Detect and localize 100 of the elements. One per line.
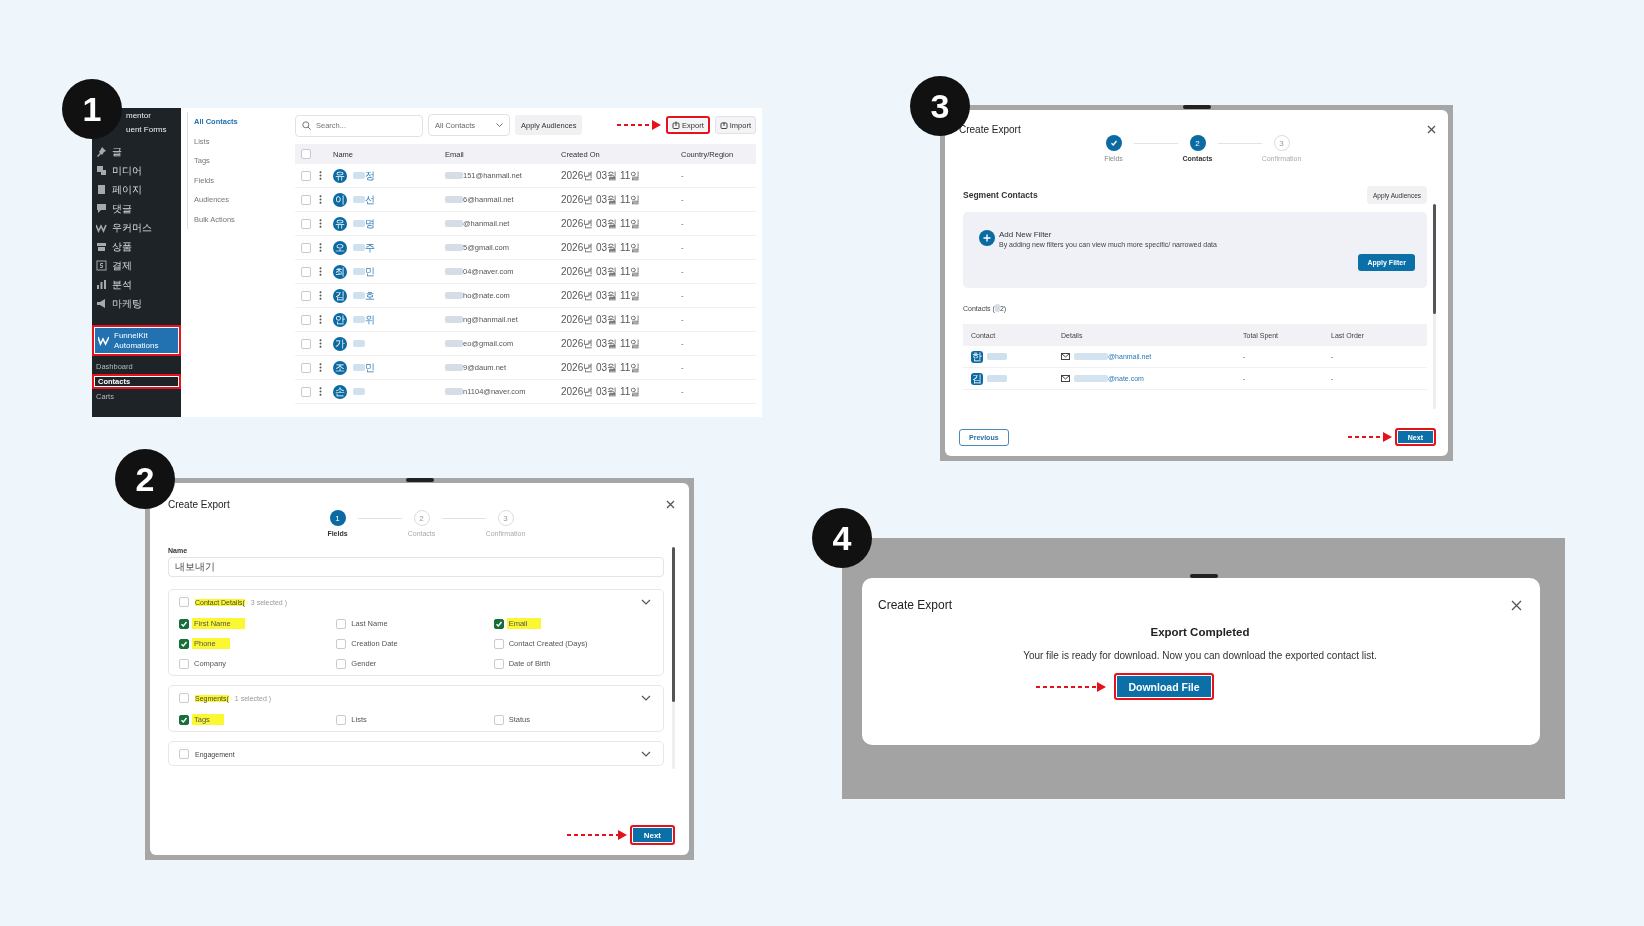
- checkbox[interactable]: [179, 618, 189, 629]
- contact-name[interactable]: 민: [365, 264, 375, 279]
- blurred-text: [987, 375, 1007, 382]
- avatar: 유: [333, 168, 347, 183]
- table-cell: 2026년 03월 11일: [561, 168, 641, 183]
- dialog-title: Create Export: [878, 598, 953, 612]
- contact-name[interactable]: 호: [365, 288, 375, 303]
- blurred-text: [353, 196, 365, 203]
- name-field[interactable]: 내보내기: [168, 557, 664, 577]
- checkbox[interactable]: [179, 638, 189, 649]
- dialog-heading: Export Completed: [1150, 626, 1250, 638]
- contact-name[interactable]: 위: [365, 312, 375, 327]
- step-number: 4: [812, 508, 872, 568]
- contact-name[interactable]: 명: [365, 216, 375, 231]
- blurred-text: [445, 172, 463, 179]
- blurred-text: [353, 340, 365, 347]
- pin-icon: [96, 146, 107, 157]
- download-button[interactable]: Download File: [1114, 673, 1214, 700]
- chevron-down-icon[interactable]: [641, 751, 651, 757]
- dialog-message: Your file is ready for download. Now you can download the exported contact list.: [1023, 650, 1377, 661]
- more-options-icon[interactable]: [319, 171, 322, 180]
- blurred-text: [445, 316, 463, 323]
- page-icon: [96, 184, 107, 195]
- table-cell: 2026년 03월 11일: [561, 240, 641, 255]
- blurred-text: [445, 340, 463, 347]
- checkbox[interactable]: [179, 714, 189, 725]
- avatar: 김: [971, 372, 983, 385]
- blurred-text: [445, 388, 463, 395]
- contact-name[interactable]: 정: [365, 168, 375, 183]
- contact-name[interactable]: 선: [365, 192, 375, 207]
- sidebar-item[interactable]: uent Forms: [124, 122, 169, 136]
- caret-icon: [496, 123, 503, 127]
- close-icon[interactable]: [666, 500, 675, 509]
- check-icon: [180, 715, 188, 724]
- export-icon: [672, 121, 681, 129]
- sidebar-item[interactable]: mentor: [124, 108, 153, 122]
- avatar: 유: [333, 216, 347, 231]
- media-icon: [96, 165, 107, 176]
- next-button[interactable]: Next: [629, 825, 675, 845]
- blurred-text: [353, 220, 365, 227]
- chevron-down-icon[interactable]: [641, 695, 651, 701]
- sidebar-item[interactable]: 댓글: [92, 199, 181, 218]
- blurred-text: [445, 268, 463, 275]
- filter-title: Add New Filter: [999, 230, 1053, 239]
- blurred-text: [353, 268, 365, 275]
- sidebar-item[interactable]: 우커머스: [92, 218, 181, 237]
- more-options-icon[interactable]: [319, 243, 322, 252]
- avatar: 한: [971, 350, 983, 363]
- blurred-text: [353, 292, 365, 299]
- bar-chart-icon: [96, 279, 107, 290]
- sidebar-item[interactable]: 분석: [92, 275, 181, 294]
- more-options-icon[interactable]: [319, 267, 322, 276]
- search-icon: [302, 120, 311, 130]
- table-cell: 2026년 03월 11일: [561, 264, 641, 279]
- sidebar-item[interactable]: 결제: [92, 256, 181, 275]
- check-icon: [180, 619, 188, 628]
- sidebar-item[interactable]: FunnelKit Automations: [92, 325, 181, 356]
- blurred-text: [994, 304, 1000, 312]
- close-icon[interactable]: [1511, 599, 1522, 611]
- check-icon: [180, 639, 188, 648]
- dialog-title: Create Export: [959, 124, 1021, 135]
- blurred-text: [353, 244, 365, 251]
- close-icon[interactable]: [1427, 125, 1436, 134]
- import-icon: [719, 121, 728, 129]
- more-options-icon[interactable]: [319, 219, 322, 228]
- step-circle: 2: [1189, 135, 1206, 151]
- payment-icon: [96, 260, 107, 271]
- dialog-title: Create Export: [168, 499, 230, 510]
- add-icon[interactable]: [979, 230, 995, 246]
- arrow: [1036, 681, 1107, 692]
- blurred-text: [353, 316, 365, 323]
- step-circle: 2: [413, 510, 430, 526]
- sidebar-item[interactable]: 마케팅: [92, 294, 181, 313]
- blurred-text: [1074, 353, 1108, 360]
- more-options-icon[interactable]: [319, 339, 322, 348]
- blurred-text: [445, 220, 463, 227]
- blurred-text: [445, 364, 463, 371]
- more-options-icon[interactable]: [319, 195, 322, 204]
- more-options-icon[interactable]: [319, 363, 322, 372]
- sidebar-item[interactable]: 미디어: [92, 161, 181, 180]
- table-cell: 2026년 03월 11일: [561, 192, 641, 207]
- avatar: 최: [333, 264, 347, 279]
- contact-name[interactable]: 주: [365, 240, 375, 255]
- more-options-icon[interactable]: [319, 387, 322, 396]
- sidebar-item[interactable]: 페이지: [92, 180, 181, 199]
- more-options-icon[interactable]: [319, 315, 322, 324]
- more-options-icon[interactable]: [319, 291, 322, 300]
- contact-name[interactable]: 민: [365, 360, 375, 375]
- sidebar-item[interactable]: 글: [92, 142, 181, 161]
- section-heading: Segment Contacts: [963, 190, 1038, 200]
- checkbox[interactable]: [493, 618, 504, 629]
- avatar: 오: [333, 240, 347, 255]
- blurred-text: [353, 364, 365, 371]
- sidebar-item[interactable]: 상품: [92, 237, 181, 256]
- arrow: [1347, 432, 1392, 442]
- archive-icon: [96, 241, 107, 252]
- chevron-down-icon[interactable]: [641, 599, 651, 605]
- blurred-text: [445, 244, 463, 251]
- blurred-text: [1074, 375, 1108, 382]
- handle-bar: [405, 478, 434, 482]
